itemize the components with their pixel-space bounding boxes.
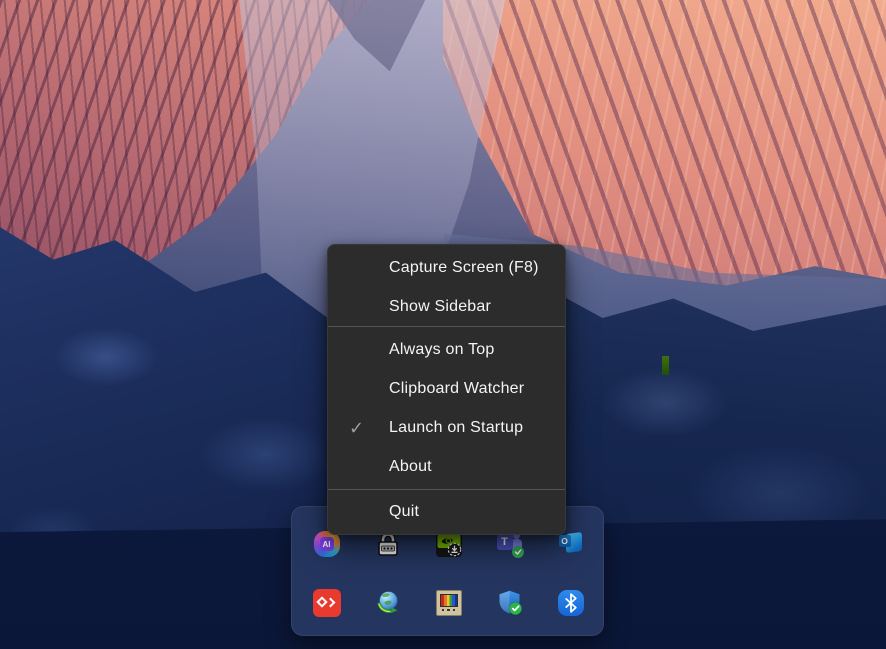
tray-icon-bluetooth[interactable] xyxy=(540,587,601,619)
idm-downloader-icon xyxy=(374,589,402,617)
menu-item-always-on-top[interactable]: Always on Top xyxy=(328,330,565,369)
menu-separator xyxy=(328,326,565,327)
teams-status-badge xyxy=(512,546,524,558)
red-diamond-chevron-icon xyxy=(313,589,341,617)
faststone-dots xyxy=(440,607,458,613)
menu-item-quit[interactable]: Quit xyxy=(328,492,565,531)
windows-security-icon xyxy=(496,589,524,617)
ai-core-square: AI xyxy=(320,537,334,551)
tray-icon-red-app[interactable] xyxy=(296,587,357,619)
tray-icon-faststone[interactable] xyxy=(418,587,479,619)
teams-square: T xyxy=(497,534,513,550)
faststone-capture-icon xyxy=(436,590,462,616)
menu-separator xyxy=(328,489,565,490)
teams-label: T xyxy=(501,536,508,548)
menu-item-label: Show Sidebar xyxy=(389,298,491,316)
chevron-shape xyxy=(325,598,335,608)
checkmark-icon: ✓ xyxy=(349,419,389,437)
bluetooth-icon xyxy=(558,590,584,616)
outlook-label: O xyxy=(561,536,568,546)
tray-row-2 xyxy=(296,587,601,619)
menu-item-about[interactable]: About xyxy=(328,447,565,486)
tray-icon-idm[interactable] xyxy=(357,587,418,619)
menu-item-show-sidebar[interactable]: Show Sidebar xyxy=(328,287,565,326)
outlook-front-square: O xyxy=(559,535,571,547)
desktop-screen: AI xyxy=(0,0,886,649)
menu-item-label: About xyxy=(389,458,432,476)
menu-item-label: Quit xyxy=(389,503,419,521)
ai-label: AI xyxy=(323,540,331,549)
tray-icon-windows-security[interactable] xyxy=(479,587,540,619)
outlook-icon: O xyxy=(558,532,584,556)
menu-item-launch-on-startup[interactable]: ✓ Launch on Startup xyxy=(328,408,565,447)
green-pixel-artifact xyxy=(662,356,669,375)
menu-item-label: Launch on Startup xyxy=(389,419,523,437)
menu-item-clipboard-watcher[interactable]: Clipboard Watcher xyxy=(328,369,565,408)
menu-item-label: Capture Screen (F8) xyxy=(389,259,539,277)
menu-item-label: Clipboard Watcher xyxy=(389,380,524,398)
menu-item-label: Always on Top xyxy=(389,341,494,359)
faststone-rainbow-stripes xyxy=(440,594,458,607)
menu-item-capture-screen[interactable]: Capture Screen (F8) xyxy=(328,248,565,287)
tray-context-menu: Capture Screen (F8) Show Sidebar Always … xyxy=(327,244,566,535)
